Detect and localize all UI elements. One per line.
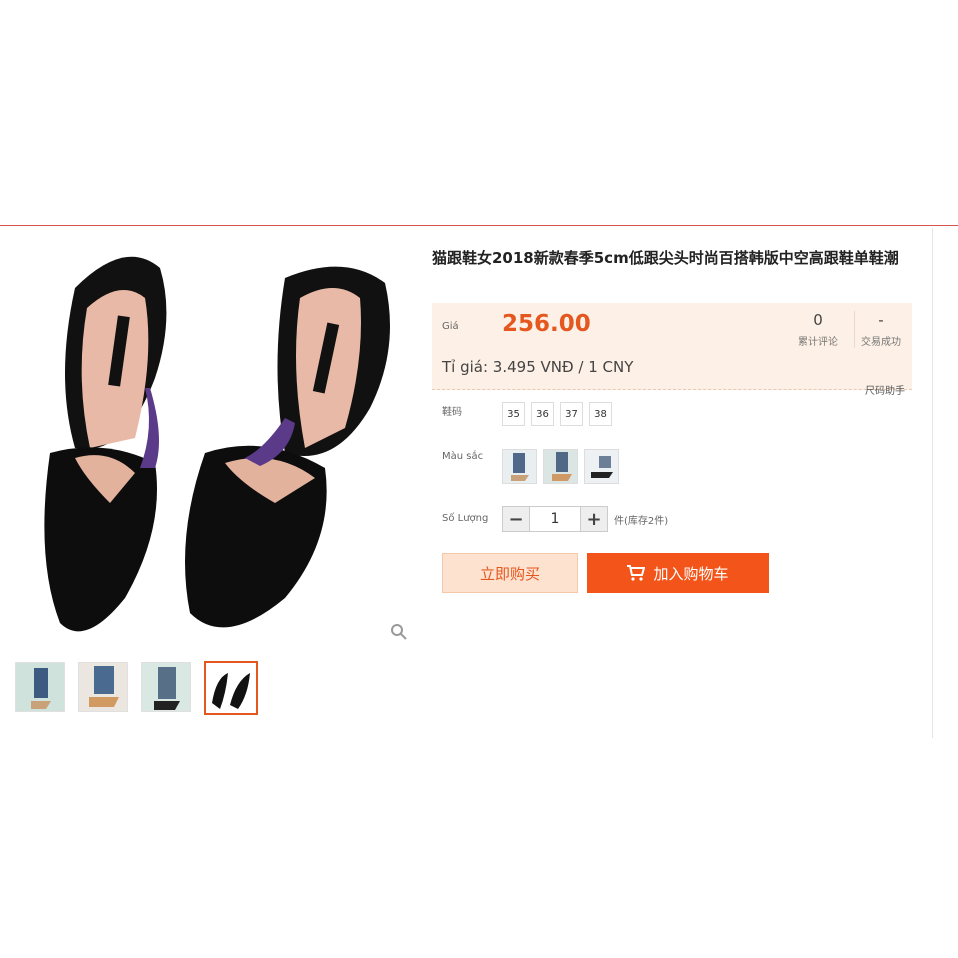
buy-now-button[interactable]: 立即购买 bbox=[442, 553, 578, 593]
add-to-cart-button[interactable]: 加入购物车 bbox=[587, 553, 769, 593]
main-product-image bbox=[44, 256, 390, 632]
review-count-value: 0 bbox=[813, 311, 823, 329]
price-value: 256.00 bbox=[502, 311, 591, 337]
review-count: 0 累计评论 bbox=[790, 311, 846, 348]
review-count-label: 累计评论 bbox=[798, 337, 838, 348]
trade-count: - 交易成功 bbox=[854, 311, 907, 348]
color-option-1[interactable] bbox=[502, 449, 537, 484]
magnifier-icon[interactable] bbox=[390, 623, 408, 641]
size-option[interactable]: 37 bbox=[560, 402, 583, 426]
price-label: Giá bbox=[442, 321, 459, 332]
price-box: Giá 256.00 0 累计评论 - 交易成功 Tỉ giá: 3.495 V… bbox=[432, 303, 912, 390]
top-divider bbox=[0, 225, 958, 226]
minus-icon[interactable]: − bbox=[503, 507, 529, 531]
thumbnail-4-selected[interactable] bbox=[204, 661, 258, 715]
add-to-cart-label: 加入购物车 bbox=[653, 564, 729, 583]
color-options bbox=[502, 449, 619, 484]
size-option[interactable]: 38 bbox=[589, 402, 612, 426]
color-option-3[interactable] bbox=[584, 449, 619, 484]
size-option[interactable]: 36 bbox=[531, 402, 554, 426]
cart-icon bbox=[627, 565, 646, 581]
size-helper-link[interactable]: 尺码助手 bbox=[865, 382, 905, 397]
trade-count-label: 交易成功 bbox=[861, 337, 901, 348]
thumbnail-1[interactable] bbox=[15, 662, 65, 712]
stock-text: 件(库存2件) bbox=[614, 516, 669, 527]
right-divider bbox=[932, 228, 933, 738]
exchange-rate: Tỉ giá: 3.495 VNĐ / 1 CNY bbox=[442, 358, 634, 376]
quantity-input[interactable]: 1 bbox=[529, 507, 581, 531]
size-option[interactable]: 35 bbox=[502, 402, 525, 426]
size-label: 鞋码 bbox=[442, 407, 462, 418]
size-options: 35 36 37 38 bbox=[502, 402, 612, 426]
quantity-label: Số Lượng bbox=[442, 513, 489, 524]
color-option-2[interactable] bbox=[543, 449, 578, 484]
thumbnail-strip bbox=[15, 661, 258, 715]
product-title: 猫跟鞋女2018新款春季5cm低跟尖头时尚百搭韩版中空高跟鞋单鞋潮 bbox=[432, 249, 899, 267]
thumbnail-2[interactable] bbox=[78, 662, 128, 712]
quantity-stepper: − 1 + bbox=[502, 506, 608, 532]
trade-count-value: - bbox=[878, 311, 884, 329]
thumbnail-3[interactable] bbox=[141, 662, 191, 712]
color-label: Màu sắc bbox=[442, 451, 484, 462]
plus-icon[interactable]: + bbox=[581, 507, 607, 531]
